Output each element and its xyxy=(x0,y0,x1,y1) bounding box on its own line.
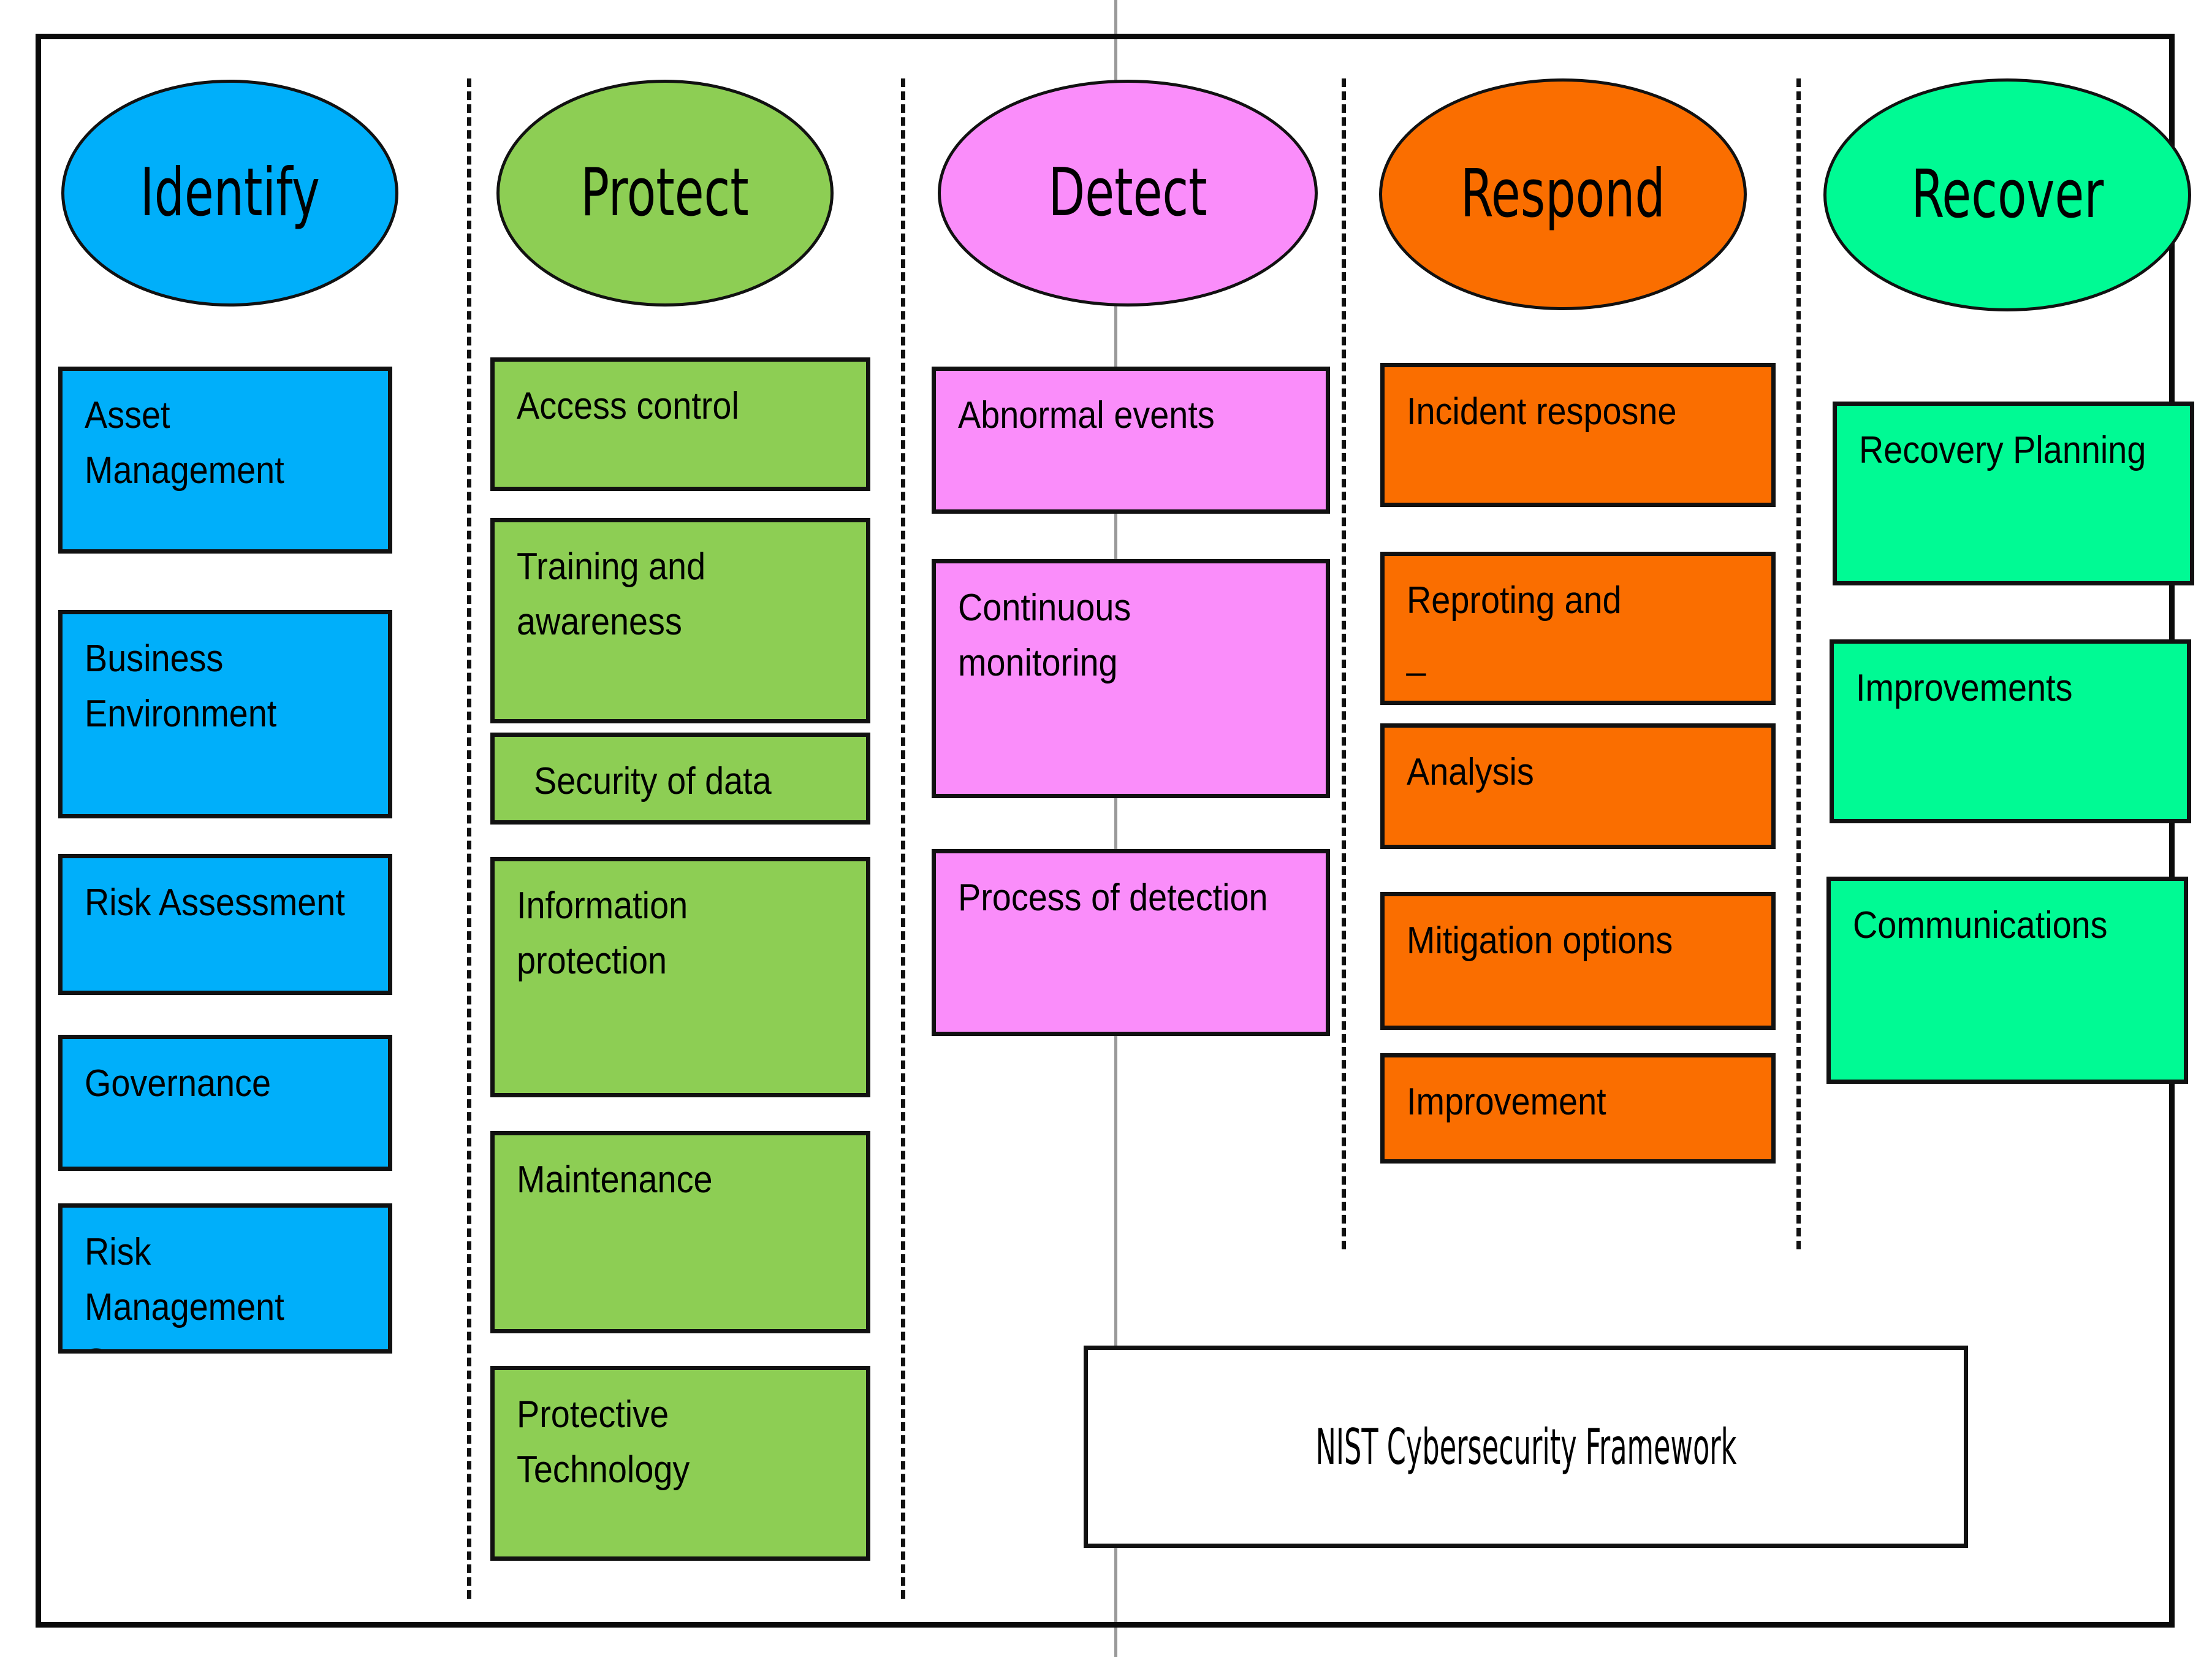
item-detect-0[interactable]: Abnormal events xyxy=(932,367,1330,514)
ellipse-detect[interactable]: Detect xyxy=(938,80,1318,307)
divider-respond-recover xyxy=(1796,78,1801,1249)
item-label: Asset Management xyxy=(85,394,284,492)
item-respond-1[interactable]: Reproting and _ xyxy=(1380,552,1776,705)
ellipse-identify-label: Identify xyxy=(140,154,320,231)
item-label: Continuous monitoring xyxy=(958,587,1131,684)
item-protect-5[interactable]: Protective Technology xyxy=(490,1366,870,1561)
item-label: Governance xyxy=(85,1062,271,1105)
item-protect-3[interactable]: Information protection xyxy=(490,857,870,1097)
item-respond-4[interactable]: Improvement xyxy=(1380,1053,1776,1164)
diagram-canvas: Identify Asset Management Business Envir… xyxy=(0,0,2212,1657)
item-label: Information protection xyxy=(517,885,688,982)
item-identify-4[interactable]: Risk Management Strategy xyxy=(58,1203,392,1354)
item-label: Improvements xyxy=(1856,667,2073,709)
item-label: Abnormal events xyxy=(958,394,1215,436)
divider-identify-protect xyxy=(467,78,471,1599)
item-recover-2[interactable]: Communications xyxy=(1826,877,2188,1084)
item-label: Process of detection xyxy=(958,877,1268,919)
item-recover-0[interactable]: Recovery Planning xyxy=(1833,402,2194,585)
item-protect-2[interactable]: Security of data xyxy=(490,733,870,825)
item-identify-1[interactable]: Business Environment xyxy=(58,610,392,818)
item-label: Maintenance xyxy=(517,1159,713,1201)
item-protect-1[interactable]: Training and awareness xyxy=(490,518,870,723)
item-detect-1[interactable]: Continuous monitoring xyxy=(932,559,1330,798)
item-label: Training and awareness xyxy=(517,546,706,643)
item-label: Risk Management Strategy xyxy=(85,1231,284,1349)
divider-protect-detect xyxy=(901,78,905,1599)
ellipse-protect[interactable]: Protect xyxy=(496,80,834,307)
item-label: Incident resposne xyxy=(1407,390,1677,433)
ellipse-recover[interactable]: Recover xyxy=(1823,78,2191,311)
caption-box: NIST Cybersecurity Framework xyxy=(1084,1346,1968,1548)
caption-label: NIST Cybersecurity Framework xyxy=(1315,1418,1736,1476)
item-label: Business Environment xyxy=(85,638,277,735)
ellipse-respond[interactable]: Respond xyxy=(1379,78,1747,310)
ellipse-detect-label: Detect xyxy=(1048,154,1207,231)
item-label: Mitigation options xyxy=(1407,920,1673,962)
ellipse-recover-label: Recover xyxy=(1910,156,2104,233)
item-respond-3[interactable]: Mitigation options xyxy=(1380,892,1776,1030)
item-recover-1[interactable]: Improvements xyxy=(1830,639,2191,823)
item-respond-0[interactable]: Incident resposne xyxy=(1380,363,1776,507)
divider-detect-respond xyxy=(1342,78,1346,1249)
item-label: Improvement xyxy=(1407,1081,1606,1123)
item-detect-2[interactable]: Process of detection xyxy=(932,849,1330,1036)
item-identify-0[interactable]: Asset Management xyxy=(58,367,392,554)
item-respond-2[interactable]: Analysis xyxy=(1380,723,1776,849)
item-label: Protective Technology xyxy=(517,1393,690,1491)
item-label: Reproting and _ xyxy=(1407,579,1622,677)
item-identify-2[interactable]: Risk Assessment xyxy=(58,854,392,995)
item-label: Security of data xyxy=(534,760,772,802)
item-label: Risk Assessment xyxy=(85,882,345,924)
ellipse-protect-label: Protect xyxy=(580,154,750,231)
item-label: Recovery Planning xyxy=(1859,429,2146,471)
item-label: Analysis xyxy=(1407,751,1534,793)
item-identify-3[interactable]: Governance xyxy=(58,1035,392,1171)
item-protect-4[interactable]: Maintenance xyxy=(490,1131,870,1333)
item-protect-0[interactable]: Access control xyxy=(490,357,870,491)
item-label: Communications xyxy=(1853,904,2108,947)
ellipse-identify[interactable]: Identify xyxy=(61,80,398,307)
item-label: Access control xyxy=(517,385,739,427)
ellipse-respond-label: Respond xyxy=(1461,156,1665,232)
